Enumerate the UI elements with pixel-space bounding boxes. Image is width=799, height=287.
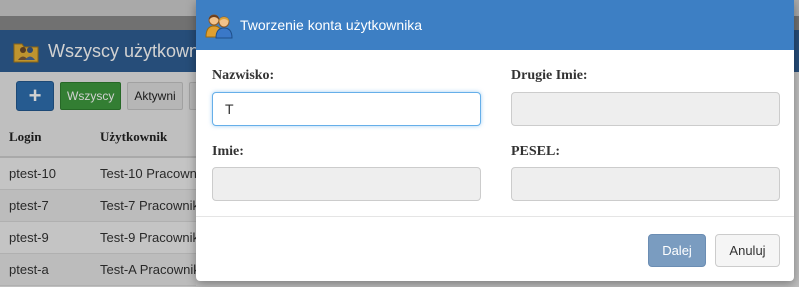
- pesel-input[interactable]: [511, 167, 780, 201]
- nazwisko-input[interactable]: [212, 92, 481, 126]
- nazwisko-label: Nazwisko:: [212, 68, 275, 83]
- dialog-header: Tworzenie konta użytkownika: [196, 0, 794, 50]
- cancel-button[interactable]: Anuluj: [715, 234, 780, 267]
- drugie-imie-label: Drugie Imie:: [511, 68, 588, 83]
- dialog-footer: Dalej Anuluj: [196, 216, 794, 281]
- imie-input[interactable]: [212, 167, 481, 201]
- drugie-imie-input[interactable]: [511, 92, 780, 126]
- imie-label: Imie:: [212, 144, 244, 159]
- pesel-label: PESEL:: [511, 144, 561, 159]
- create-user-dialog: Tworzenie konta użytkownika Nazwisko: Dr…: [196, 0, 794, 281]
- next-button[interactable]: Dalej: [648, 234, 706, 267]
- users-icon: [205, 14, 233, 39]
- dialog-title: Tworzenie konta użytkownika: [240, 17, 423, 33]
